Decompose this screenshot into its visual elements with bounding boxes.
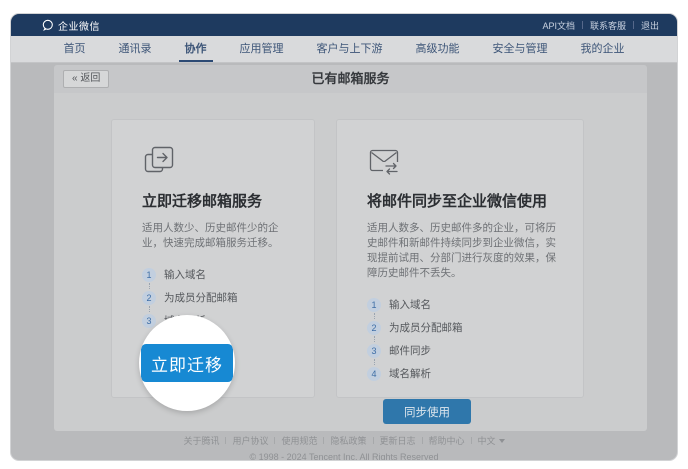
divider <box>323 437 324 444</box>
chat-bubble-logo-icon <box>41 19 54 32</box>
divider <box>373 437 374 444</box>
topbar: 企业微信 API文档 联系客服 退出 <box>11 14 677 36</box>
step-label: 为成员分配邮箱 <box>389 320 463 335</box>
divider <box>225 437 226 444</box>
divider <box>633 21 634 29</box>
nav-item-advanced[interactable]: 高级功能 <box>410 36 466 62</box>
footer-link-usage-rules[interactable]: 使用规范 <box>281 434 317 447</box>
step-number: 2 <box>142 291 156 305</box>
content-area: « 返回 已有邮箱服务 立即迁移邮箱服务 适用人数少、历史邮件少的企业，快速完成… <box>11 63 677 460</box>
logout-link[interactable]: 退出 <box>641 19 659 32</box>
card-title: 立即迁移邮箱服务 <box>142 190 290 211</box>
language-selector[interactable]: 中文 <box>478 434 505 447</box>
contact-support-link[interactable]: 联系客服 <box>590 19 626 32</box>
nav-item-home[interactable]: 首页 <box>58 36 92 62</box>
step-connector <box>374 313 375 319</box>
nav-item-app-management[interactable]: 应用管理 <box>234 36 290 62</box>
step-connector <box>149 283 150 289</box>
step-connector <box>374 336 375 342</box>
card-title: 将邮件同步至企业微信使用 <box>367 190 559 211</box>
page-title: 已有邮箱服务 <box>54 65 647 93</box>
footer-link-changelog[interactable]: 更新日志 <box>380 434 416 447</box>
step-number: 3 <box>367 344 381 358</box>
step-connector <box>374 359 375 365</box>
card-description: 适用人数少、历史邮件少的企业，快速完成邮箱服务迁移。 <box>142 221 290 251</box>
step-number: 4 <box>367 367 381 381</box>
step-label: 输入域名 <box>389 297 431 312</box>
language-label: 中文 <box>478 434 496 447</box>
nav-item-my-company[interactable]: 我的企业 <box>575 36 631 62</box>
step-number: 3 <box>142 314 156 328</box>
step-number: 1 <box>367 298 381 312</box>
step-number: 2 <box>367 321 381 335</box>
divider <box>471 437 472 444</box>
divider <box>422 437 423 444</box>
migrate-now-button[interactable]: 立即迁移 <box>141 344 233 382</box>
step-label: 邮件同步 <box>389 343 431 358</box>
logo-text: 企业微信 <box>58 18 100 33</box>
nav-item-customers[interactable]: 客户与上下游 <box>311 36 389 62</box>
sync-use-button[interactable]: 同步使用 <box>383 399 471 424</box>
step-item: 3 邮件同步 <box>367 343 559 358</box>
step-label: 域名解析 <box>389 366 431 381</box>
panel-header: « 返回 已有邮箱服务 <box>54 65 647 93</box>
spotlight-highlight: 立即迁移 <box>139 315 235 411</box>
topbar-links: API文档 联系客服 退出 <box>542 19 659 32</box>
footer-link-user-agreement[interactable]: 用户协议 <box>232 434 268 447</box>
nav-item-collaboration[interactable]: 协作 <box>179 36 213 62</box>
migrate-steps: 1 输入域名 2 为成员分配邮箱 3 域名解析 <box>142 267 290 328</box>
footer-links: 关于腾讯 用户协议 使用规范 隐私政策 更新日志 帮助中心 中文 <box>11 434 677 447</box>
step-label: 输入域名 <box>164 267 206 282</box>
nav-item-security[interactable]: 安全与管理 <box>487 36 554 62</box>
back-button[interactable]: « 返回 <box>63 70 109 88</box>
footer-link-about[interactable]: 关于腾讯 <box>183 434 219 447</box>
sync-steps: 1 输入域名 2 为成员分配邮箱 3 邮件同步 <box>367 297 559 381</box>
footer: 关于腾讯 用户协议 使用规范 隐私政策 更新日志 帮助中心 中文 © 1998 … <box>11 434 677 461</box>
step-connector <box>149 306 150 312</box>
card-description: 适用人数多、历史邮件多的企业，可将历史邮件和新邮件持续同步到企业微信，实现提前试… <box>367 221 559 281</box>
divider <box>274 437 275 444</box>
migrate-mail-icon <box>142 144 176 178</box>
sync-mail-icon <box>367 144 401 178</box>
nav-item-contacts[interactable]: 通讯录 <box>113 36 158 62</box>
copyright: © 1998 - 2024 Tencent Inc. All Rights Re… <box>11 452 677 461</box>
sync-mail-card: 将邮件同步至企业微信使用 适用人数多、历史邮件多的企业，可将历史邮件和新邮件持续… <box>336 119 584 398</box>
divider <box>582 21 583 29</box>
caret-down-icon <box>499 439 505 443</box>
wecom-logo[interactable]: 企业微信 <box>41 18 100 33</box>
step-item: 2 为成员分配邮箱 <box>367 320 559 335</box>
step-item: 1 输入域名 <box>367 297 559 312</box>
api-docs-link[interactable]: API文档 <box>542 19 575 32</box>
footer-link-privacy[interactable]: 隐私政策 <box>330 434 366 447</box>
main-nav: 首页 通讯录 协作 应用管理 客户与上下游 高级功能 安全与管理 我的企业 <box>11 36 677 63</box>
app-window: 企业微信 API文档 联系客服 退出 首页 通讯录 协作 应用管理 客户与上下游… <box>10 13 678 461</box>
footer-link-help-center[interactable]: 帮助中心 <box>429 434 465 447</box>
step-item: 2 为成员分配邮箱 <box>142 290 290 305</box>
step-item: 1 输入域名 <box>142 267 290 282</box>
step-label: 为成员分配邮箱 <box>164 290 238 305</box>
step-number: 1 <box>142 268 156 282</box>
step-item: 4 域名解析 <box>367 366 559 381</box>
